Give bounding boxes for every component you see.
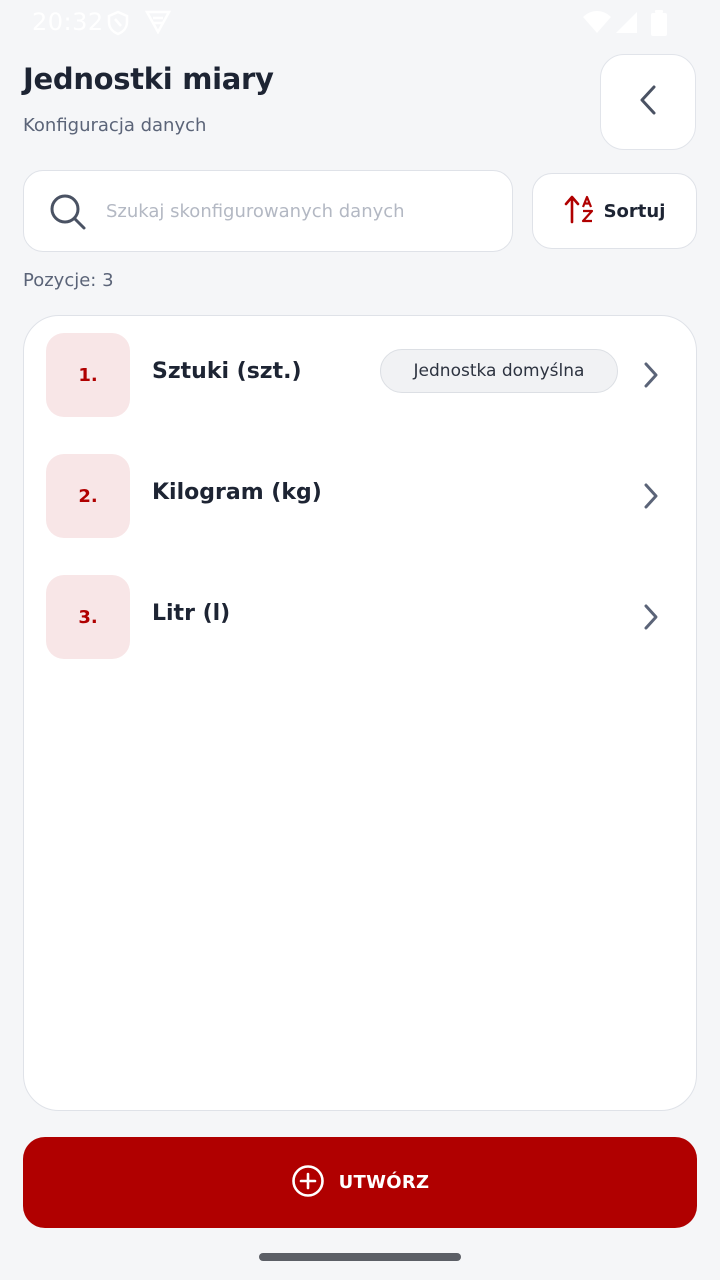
page-subtitle: Konfiguracja danych <box>23 115 207 136</box>
back-button[interactable] <box>600 54 696 150</box>
search-icon <box>49 193 87 235</box>
list-item[interactable]: 1. Sztuki (szt.) Jednostka domyślna <box>24 333 696 417</box>
plus-circle-icon <box>291 1164 325 1202</box>
default-unit-badge: Jednostka domyślna <box>380 349 618 393</box>
item-name: Sztuki (szt.) <box>152 359 302 384</box>
item-number: 2. <box>46 454 130 538</box>
chevron-right-icon <box>641 603 661 635</box>
sort-button[interactable]: Sortuj <box>532 173 697 249</box>
status-bar: 20:32 <box>0 0 720 44</box>
battery-icon <box>651 10 667 40</box>
units-list: 1. Sztuki (szt.) Jednostka domyślna 2. K… <box>23 315 697 1111</box>
create-button-label: UTWÓRZ <box>338 1172 430 1193</box>
status-time: 20:32 <box>32 8 104 36</box>
create-button[interactable]: UTWÓRZ <box>23 1137 697 1228</box>
chevron-right-icon <box>641 482 661 514</box>
shield-icon <box>106 10 130 40</box>
item-number: 3. <box>46 575 130 659</box>
sort-label: Sortuj <box>603 200 666 222</box>
search-box[interactable] <box>23 170 513 252</box>
signal-icon <box>614 10 638 38</box>
chevron-right-icon <box>641 361 661 393</box>
list-item[interactable]: 2. Kilogram (kg) <box>24 454 696 538</box>
search-input[interactable] <box>106 193 496 229</box>
wifi-icon <box>582 10 612 38</box>
sort-az-icon <box>564 194 596 228</box>
home-indicator[interactable] <box>259 1253 461 1261</box>
screen: 20:32 Jednostki miary Konfiguracja danyc… <box>0 0 720 1280</box>
item-name: Kilogram (kg) <box>152 480 322 505</box>
items-count: Pozycje: 3 <box>23 270 114 291</box>
item-number: 1. <box>46 333 130 417</box>
page-title: Jednostki miary <box>23 62 274 96</box>
item-name: Litr (l) <box>152 601 231 626</box>
list-item[interactable]: 3. Litr (l) <box>24 575 696 659</box>
back-arrow-icon <box>636 84 660 120</box>
vpn-icon <box>144 10 172 38</box>
